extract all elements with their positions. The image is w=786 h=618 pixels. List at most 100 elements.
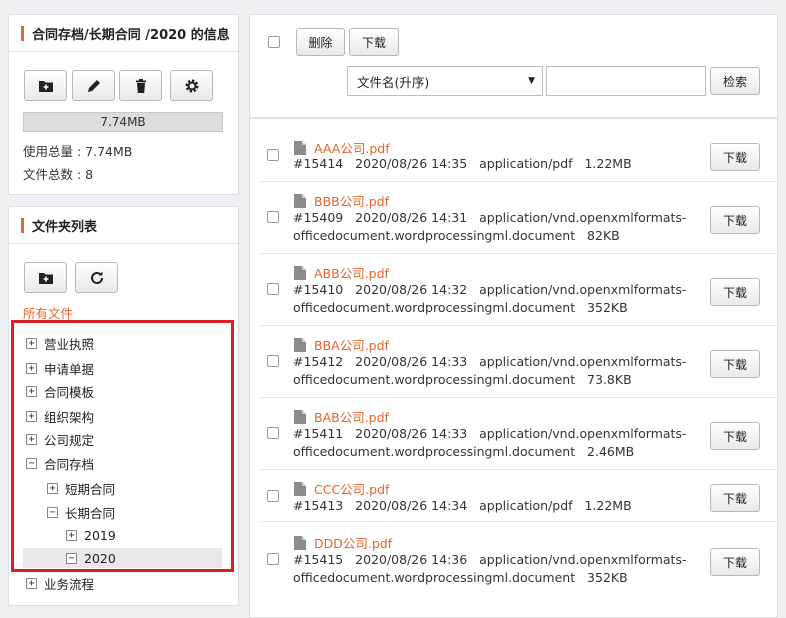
select-all-checkbox[interactable] [268, 36, 280, 48]
refresh-icon [90, 271, 103, 284]
file-name-link[interactable]: BAB公司.pdf [294, 407, 389, 426]
file-download-button[interactable]: 下载 [710, 422, 760, 450]
file-download-button[interactable]: 下载 [710, 278, 760, 306]
document-icon [294, 337, 306, 352]
file-meta-line1: #15413 2020/08/26 14:34 application/pdf … [293, 498, 632, 513]
new-folder-button[interactable] [24, 70, 67, 101]
tree-node-long-term-contracts[interactable]: − 长期合同 [47, 502, 115, 522]
delete-folder-button[interactable] [119, 70, 162, 101]
expand-toggle[interactable]: + [26, 337, 37, 349]
file-checkbox[interactable] [267, 355, 279, 367]
folder-panel-header: 文件夹列表 [9, 207, 238, 244]
tree-node-contract-archive[interactable]: − 合同存档 [26, 453, 94, 473]
file-name-link[interactable]: ABB公司.pdf [294, 263, 389, 282]
delete-button[interactable]: 删除 [296, 28, 345, 56]
file-meta: #15411 2020/08/26 14:33 application/vnd.… [293, 425, 686, 461]
expand-toggle[interactable]: + [26, 577, 37, 589]
tree-node-contract-templates[interactable]: + 合同模板 [26, 381, 94, 401]
file-meta-line1: #15415 2020/08/26 14:36 application/vnd.… [293, 552, 687, 567]
tree-node-business-process[interactable]: + 业务流程 [26, 573, 94, 593]
file-meta-line1: #15410 2020/08/26 14:32 application/vnd.… [293, 282, 687, 297]
file-meta: #15414 2020/08/26 14:35 application/pdf … [293, 155, 632, 173]
tree-node-application-forms[interactable]: + 申请单据 [26, 358, 94, 378]
file-name: BBA公司.pdf [314, 338, 389, 353]
file-download-button[interactable]: 下载 [710, 350, 760, 378]
info-panel-title: 合同存档/长期合同 /2020 的信息 [32, 27, 230, 43]
file-download-button[interactable]: 下载 [710, 206, 760, 234]
file-name: DDD公司.pdf [314, 536, 393, 551]
rename-button[interactable] [72, 70, 115, 101]
folder-panel-title: 文件夹列表 [32, 219, 98, 235]
document-icon [294, 535, 306, 550]
search-input[interactable] [546, 66, 706, 96]
file-name-link[interactable]: DDD公司.pdf [294, 533, 392, 552]
tree-node-label: 业务流程 [44, 576, 95, 592]
refresh-button[interactable] [75, 262, 118, 293]
file-download-button[interactable]: 下载 [710, 548, 760, 576]
tree-node-label: 合同模板 [44, 384, 95, 400]
expand-toggle[interactable]: + [26, 410, 37, 422]
total-usage-text: 使用总量 : 7.74MB [23, 144, 133, 159]
file-download-button[interactable]: 下载 [710, 143, 760, 171]
file-meta-line2: officedocument.wordprocessingml.document… [293, 444, 635, 459]
tree-node-business-license[interactable]: + 营业执照 [26, 333, 94, 353]
document-icon [294, 193, 306, 208]
tree-node-company-rules[interactable]: + 公司规定 [26, 429, 94, 449]
tree-node-label: 营业执照 [44, 336, 95, 352]
tree-node-label: 合同存档 [44, 456, 95, 472]
file-meta-line2: officedocument.wordprocessingml.document… [293, 300, 628, 315]
pencil-icon [87, 79, 100, 92]
expand-toggle[interactable]: + [26, 385, 37, 397]
tree-node-label: 公司规定 [44, 432, 95, 448]
collapse-toggle[interactable]: − [26, 457, 37, 469]
file-name: BAB公司.pdf [314, 410, 389, 425]
expand-toggle[interactable]: + [47, 482, 58, 494]
tree-node-label: 申请单据 [44, 361, 95, 377]
file-row: AAA公司.pdf #15414 2020/08/26 14:35 applic… [259, 130, 777, 182]
file-checkbox[interactable] [267, 211, 279, 223]
tree-node-2019[interactable]: +2019 [66, 525, 116, 545]
file-meta-line1: #15411 2020/08/26 14:33 application/vnd.… [293, 426, 687, 441]
file-download-button[interactable]: 下载 [710, 484, 760, 512]
file-meta: #15415 2020/08/26 14:36 application/vnd.… [293, 551, 686, 587]
all-files-link[interactable]: 所有文件 [23, 303, 73, 322]
collapse-toggle[interactable]: − [66, 552, 77, 564]
file-checkbox[interactable] [267, 490, 279, 502]
file-checkbox[interactable] [267, 553, 279, 565]
gear-icon [185, 79, 198, 92]
file-checkbox[interactable] [267, 149, 279, 161]
file-meta-line1: #15412 2020/08/26 14:33 application/vnd.… [293, 354, 687, 369]
tree-node-short-term-contracts[interactable]: + 短期合同 [47, 478, 115, 498]
file-name: BBB公司.pdf [314, 194, 389, 209]
document-icon [294, 409, 306, 424]
info-panel-header: 合同存档/长期合同 /2020 的信息 [9, 15, 238, 52]
file-name-link[interactable]: BBB公司.pdf [294, 191, 389, 210]
collapse-toggle[interactable]: − [47, 506, 58, 518]
file-checkbox[interactable] [267, 283, 279, 295]
info-panel: 合同存档/长期合同 /2020 的信息 7.74MB 使用总量 : 7.74MB… [8, 14, 239, 195]
document-icon [294, 265, 306, 280]
file-meta: #15412 2020/08/26 14:33 application/vnd.… [293, 353, 686, 389]
file-name: CCC公司.pdf [314, 482, 390, 497]
usage-bar: 7.74MB [23, 112, 223, 132]
expand-toggle[interactable]: + [26, 433, 37, 445]
file-name-link[interactable]: BBA公司.pdf [294, 335, 389, 354]
download-button[interactable]: 下载 [349, 28, 399, 56]
sort-select[interactable]: 文件名(升序) ▼ [347, 66, 543, 96]
document-icon [294, 140, 306, 155]
tree-node-2020-selected[interactable]: −2020 [23, 548, 222, 568]
new-folder-button[interactable] [24, 262, 67, 293]
search-button[interactable]: 检索 [710, 67, 760, 95]
trash-icon [135, 78, 146, 93]
file-name-link[interactable]: CCC公司.pdf [294, 479, 389, 498]
file-meta: #15409 2020/08/26 14:31 application/vnd.… [293, 209, 686, 245]
file-meta-line2: officedocument.wordprocessingml.document… [293, 570, 628, 585]
file-meta: #15413 2020/08/26 14:34 application/pdf … [293, 497, 632, 515]
settings-button[interactable] [170, 70, 213, 101]
tree-node-org-structure[interactable]: + 组织架构 [26, 406, 94, 426]
tree-node-label: 短期合同 [65, 481, 116, 497]
expand-toggle[interactable]: + [26, 362, 37, 374]
expand-toggle[interactable]: + [66, 529, 77, 541]
file-checkbox[interactable] [267, 427, 279, 439]
file-meta-line2: officedocument.wordprocessingml.document… [293, 228, 620, 243]
